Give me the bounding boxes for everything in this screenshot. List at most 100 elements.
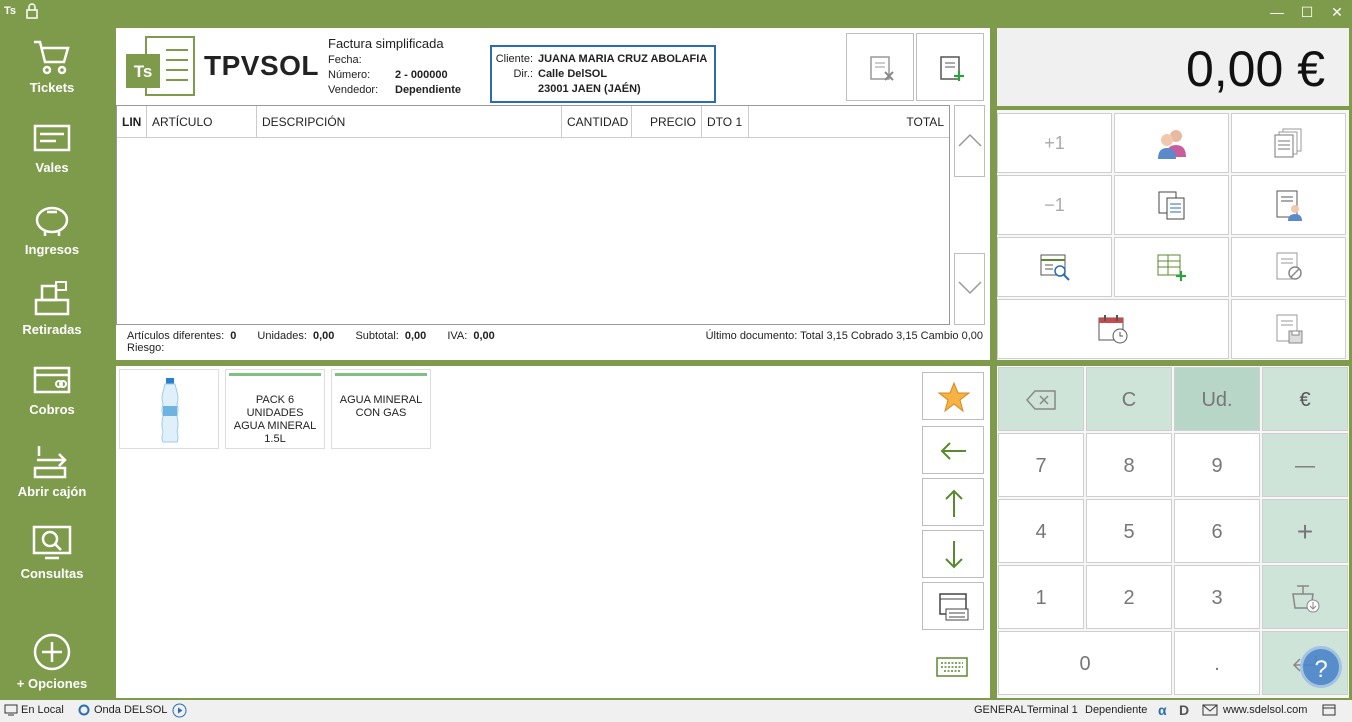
general-label: GENERAL: [974, 704, 1027, 716]
sidebar-item-vales[interactable]: Vales: [0, 120, 104, 190]
key-1[interactable]: 1: [998, 565, 1084, 629]
sidebar-item-opciones[interactable]: + Opciones: [0, 632, 104, 702]
arrow-up-icon: [945, 489, 963, 517]
key-4[interactable]: 4: [998, 499, 1084, 563]
maximize-button[interactable]: ☐: [1294, 2, 1320, 22]
monitor-icon: [4, 704, 18, 719]
product-water-bottle[interactable]: [119, 369, 219, 449]
last-document-info: Último documento: Total 3,15 Cobrado 3,1…: [705, 330, 983, 342]
status-bar: En Local Onda DELSOL GENERAL Terminal 1 …: [0, 700, 1352, 722]
copy-documents-button[interactable]: [1114, 175, 1229, 235]
cancel-document-button[interactable]: [846, 33, 914, 101]
sidebar-item-label: Tickets: [29, 80, 75, 95]
key-8[interactable]: 8: [1086, 433, 1172, 497]
calendar-button[interactable]: [997, 299, 1229, 359]
lock-icon[interactable]: [26, 3, 38, 22]
sidebar-item-consultas[interactable]: Consultas: [0, 524, 104, 594]
sidebar-item-abrir-cajon[interactable]: Abrir cajón: [0, 442, 104, 512]
local-mode-label: En Local: [21, 704, 64, 716]
sidebar-item-label: Ingresos: [24, 242, 80, 257]
ticket-lines-table[interactable]: LIN ARTÍCULO DESCRIPCIÓN CANTIDAD PRECIO…: [116, 105, 950, 325]
favorites-button[interactable]: [922, 372, 984, 420]
window-icon[interactable]: [1322, 704, 1336, 719]
column-header: CANTIDAD: [562, 106, 632, 137]
product-name: PACK 6 UNIDADES AGUA MINERAL 1.5L: [233, 394, 317, 445]
close-button[interactable]: ✕: [1324, 2, 1350, 22]
total-amount: 0,00 €: [1185, 41, 1325, 97]
search-document-button[interactable]: [997, 237, 1112, 297]
ticket-panel: Ts TPVSOL Factura simplificada Fecha: Nú…: [116, 28, 990, 360]
ticket-summary: Artículos diferentes: 0 Unidades: 0,00 Sub…: [127, 330, 495, 354]
client-city: 23001 JAEN (JAÉN): [538, 83, 641, 95]
key-6[interactable]: 6: [1174, 499, 1260, 563]
subtotal-value: 0,00: [404, 330, 427, 342]
product-agua-gas[interactable]: AGUA MINERAL CON GAS: [331, 369, 431, 449]
clear-key[interactable]: C: [1086, 367, 1172, 431]
minimize-button[interactable]: —: [1264, 2, 1290, 22]
cash-register-icon: [34, 281, 70, 316]
backspace-key[interactable]: [998, 367, 1084, 431]
sidebar-item-retiradas[interactable]: Retiradas: [0, 280, 104, 350]
scale-key[interactable]: [1262, 565, 1348, 629]
play-icon[interactable]: [172, 703, 187, 721]
client-box[interactable]: Cliente: JUANA MARIA CRUZ ABOLAFIA Dir.: C…: [490, 45, 716, 103]
units-key[interactable]: Ud.: [1174, 367, 1260, 431]
key-5[interactable]: 5: [1086, 499, 1172, 563]
decimal-key[interactable]: .: [1174, 631, 1260, 695]
page-up-button[interactable]: [922, 478, 984, 526]
sidebar-item-tickets[interactable]: Tickets: [0, 38, 104, 108]
scroll-down-button[interactable]: [954, 253, 985, 325]
onda-icon: [78, 704, 90, 719]
key-2[interactable]: 2: [1086, 565, 1172, 629]
copy-icon: [1158, 191, 1184, 220]
credit-card-icon: [33, 366, 71, 394]
search-icon: [32, 525, 72, 560]
sidebar-item-label: Consultas: [20, 566, 84, 581]
keyboard-icon[interactable]: [936, 656, 968, 681]
distinct-items-value: 0: [230, 330, 237, 342]
add-line-button[interactable]: [1114, 237, 1229, 297]
sidebar-item-ingresos[interactable]: Ingresos: [0, 200, 104, 270]
void-document-button[interactable]: [1231, 237, 1346, 297]
document-type: Factura simplificada: [328, 36, 444, 51]
arrow-left-icon: [940, 442, 966, 460]
client-name: JUANA MARIA CRUZ ABOLAFIA: [538, 53, 708, 65]
sidebar-item-label: + Opciones: [16, 676, 88, 691]
piggy-bank-icon: [35, 206, 69, 236]
page-down-button[interactable]: [922, 530, 984, 578]
plus-circle-icon: [33, 633, 71, 671]
website-link[interactable]: www.sdelsol.com: [1223, 704, 1307, 716]
help-button[interactable]: ?: [1300, 646, 1342, 688]
numeric-keypad: C Ud. € 7 8 9 — 4 5 6 + 1 2 3 0 .: [997, 366, 1349, 698]
key-9[interactable]: 9: [1174, 433, 1260, 497]
new-document-button[interactable]: [916, 33, 984, 101]
clients-button[interactable]: [1114, 113, 1229, 173]
product-keyboard-button[interactable]: [922, 582, 984, 630]
plus-key[interactable]: +: [1262, 499, 1348, 563]
mail-icon[interactable]: [1202, 704, 1218, 719]
key-0[interactable]: 0: [998, 631, 1172, 695]
euro-key[interactable]: €: [1262, 367, 1348, 431]
app-icon: Ts: [4, 5, 17, 17]
products-panel: PACK 6 UNIDADES AGUA MINERAL 1.5L AGUA M…: [116, 366, 990, 698]
minus-one-button[interactable]: −1: [997, 175, 1112, 235]
sidebar-item-label: Vales: [35, 160, 69, 175]
units-value: 0,00: [312, 330, 335, 342]
save-document-button[interactable]: [1231, 299, 1346, 359]
product-pack-agua[interactable]: PACK 6 UNIDADES AGUA MINERAL 1.5L: [225, 369, 325, 449]
chevron-down-icon: [958, 281, 982, 295]
documents-button[interactable]: [1231, 113, 1346, 173]
sidebar-item-cobros[interactable]: Cobros: [0, 362, 104, 432]
key-7[interactable]: 7: [998, 433, 1084, 497]
column-header: DESCRIPCIÓN: [257, 106, 562, 137]
minus-key[interactable]: —: [1262, 433, 1348, 497]
document-save-icon: [1276, 314, 1302, 344]
key-3[interactable]: 3: [1174, 565, 1260, 629]
scroll-up-button[interactable]: [954, 105, 985, 177]
screen-keyboard-icon: [939, 593, 969, 621]
document-client-button[interactable]: [1231, 175, 1346, 235]
back-button[interactable]: [922, 426, 984, 474]
document-add-icon: [940, 56, 964, 81]
title-bar: Ts — ☐ ✕: [0, 0, 1352, 24]
plus-one-button[interactable]: +1: [997, 113, 1112, 173]
